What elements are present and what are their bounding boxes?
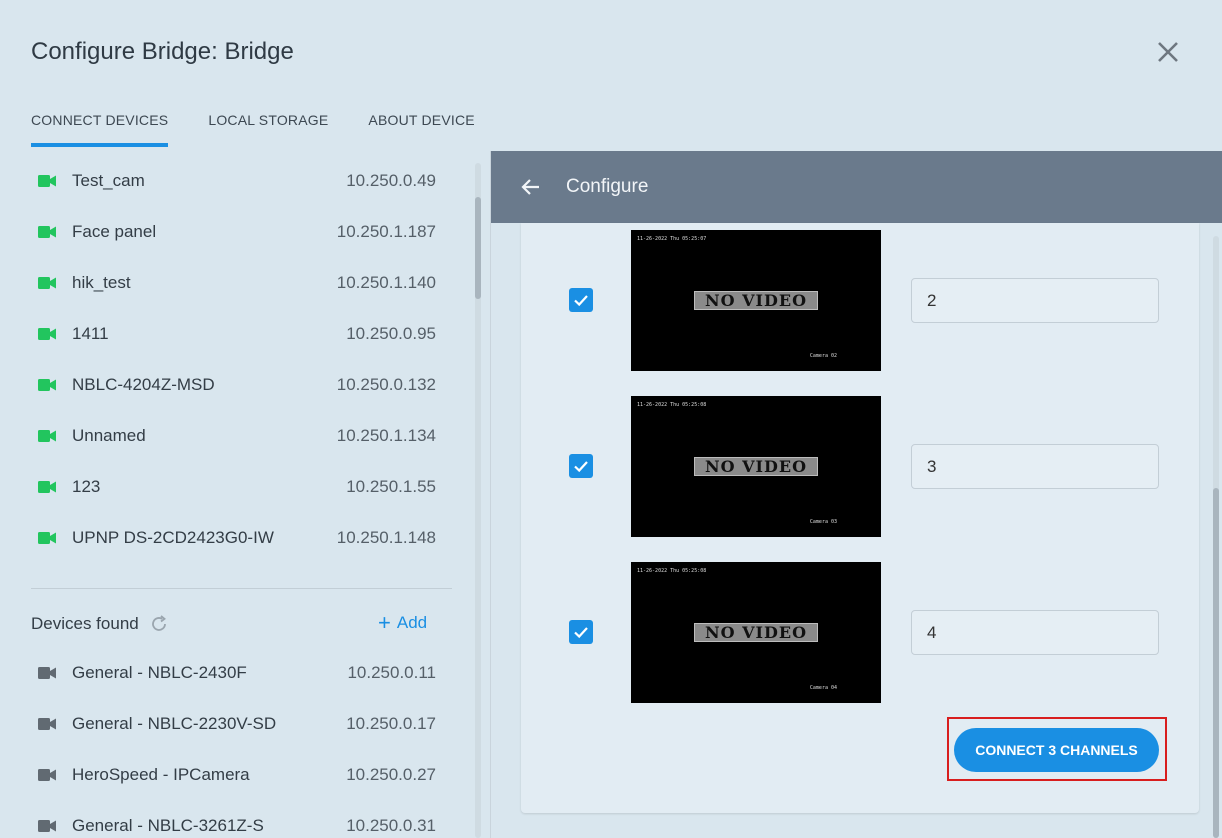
- checkmark-icon: [574, 295, 588, 307]
- device-ip: 10.250.0.17: [346, 714, 436, 733]
- video-camera-icon: [38, 175, 56, 187]
- connected-device-row[interactable]: hik_test 10.250.1.140: [31, 271, 436, 295]
- device-name: General - NBLC-3261Z-S: [72, 816, 264, 835]
- device-ip: 10.250.0.27: [346, 765, 436, 784]
- device-ip: 10.250.1.140: [336, 273, 436, 292]
- refresh-icon[interactable]: [149, 614, 169, 634]
- no-video-label: NO VIDEO: [694, 291, 818, 310]
- connected-device-row[interactable]: 123 10.250.1.55: [31, 475, 436, 499]
- device-ip: 10.250.1.148: [336, 528, 436, 547]
- channel-checkbox[interactable]: [569, 454, 593, 478]
- video-camera-icon: [38, 532, 56, 544]
- channel-preview-image: 11-26-2022 Thu 05:25:08 NO VIDEO Camera 04: [631, 562, 881, 703]
- add-device-label: Add: [396, 613, 428, 632]
- checkmark-icon: [574, 627, 588, 639]
- device-name: Test_cam: [72, 171, 145, 190]
- found-device-row[interactable]: General - NBLC-3261Z-S 10.250.0.31: [31, 814, 436, 838]
- device-ip: 10.250.0.11: [347, 663, 436, 682]
- device-name: UPNP DS-2CD2423G0-IW: [72, 528, 274, 547]
- channel-checkbox[interactable]: [569, 288, 593, 312]
- video-camera-icon: [38, 481, 56, 493]
- device-name: hik_test: [72, 273, 131, 292]
- device-ip: 10.250.0.31: [346, 816, 436, 835]
- channel-scrollbar-thumb[interactable]: [1213, 488, 1219, 838]
- channel-preview-image: 11-26-2022 Thu 05:25:07 NO VIDEO Camera 02: [631, 230, 881, 371]
- connected-device-row[interactable]: Test_cam 10.250.0.49: [31, 169, 436, 193]
- video-camera-icon: [38, 277, 56, 289]
- connected-device-row[interactable]: Unnamed 10.250.1.134: [31, 424, 436, 448]
- tab-local-storage[interactable]: LOCAL STORAGE: [208, 112, 328, 147]
- preview-camera-label: Camera 03: [809, 519, 837, 525]
- device-ip: 10.250.1.55: [346, 477, 436, 496]
- channel-name-input[interactable]: [911, 444, 1159, 489]
- device-name: NBLC-4204Z-MSD: [72, 375, 215, 394]
- channel-name-input[interactable]: [911, 610, 1159, 655]
- found-device-row[interactable]: General - NBLC-2230V-SD 10.250.0.17: [31, 712, 436, 736]
- device-list-scrollbar-thumb[interactable]: [475, 197, 481, 299]
- connected-device-row[interactable]: Face panel 10.250.1.187: [31, 220, 436, 244]
- device-name: Unnamed: [72, 426, 146, 445]
- video-camera-icon: [38, 430, 56, 442]
- close-icon[interactable]: [1155, 39, 1181, 65]
- device-name: Face panel: [72, 222, 157, 241]
- connected-device-row[interactable]: NBLC-4204Z-MSD 10.250.0.132: [31, 373, 436, 397]
- add-device-button[interactable]: + Add: [378, 610, 428, 635]
- channel-row: 11-26-2022 Thu 05:25:08 NO VIDEO Camera 03: [569, 396, 1159, 537]
- channel-checkbox[interactable]: [569, 620, 593, 644]
- preview-camera-label: Camera 02: [809, 353, 837, 359]
- video-camera-icon: [38, 667, 56, 679]
- checkmark-icon: [574, 461, 588, 473]
- device-ip: 10.250.1.187: [336, 222, 436, 241]
- channel-preview-image: 11-26-2022 Thu 05:25:08 NO VIDEO Camera 03: [631, 396, 881, 537]
- tab-bar: CONNECT DEVICES LOCAL STORAGE ABOUT DEVI…: [31, 112, 515, 147]
- no-video-label: NO VIDEO: [694, 457, 818, 476]
- device-ip: 10.250.0.49: [346, 171, 436, 190]
- preview-timestamp: 11-26-2022 Thu 05:25:08: [637, 402, 707, 408]
- device-name: 1411: [72, 324, 109, 343]
- channel-row: 11-26-2022 Thu 05:25:07 NO VIDEO Camera 02: [569, 230, 1159, 371]
- preview-timestamp: 11-26-2022 Thu 05:25:07: [637, 236, 707, 242]
- dialog-title: Configure Bridge: Bridge: [31, 38, 294, 65]
- section-divider: [31, 588, 452, 589]
- connected-device-row[interactable]: UPNP DS-2CD2423G0-IW 10.250.1.148: [31, 526, 436, 550]
- video-camera-icon: [38, 769, 56, 781]
- preview-timestamp: 11-26-2022 Thu 05:25:08: [637, 568, 707, 574]
- preview-camera-label: Camera 04: [809, 685, 837, 691]
- device-name: 123: [72, 477, 101, 496]
- configure-title: Configure: [566, 176, 649, 197]
- video-camera-icon: [38, 379, 56, 391]
- devices-found-heading: Devices found: [31, 614, 139, 633]
- tab-connect-devices[interactable]: CONNECT DEVICES: [31, 112, 169, 147]
- found-device-row[interactable]: General - NBLC-2430F 10.250.0.11: [31, 661, 436, 685]
- device-ip: 10.250.0.132: [336, 375, 436, 394]
- video-camera-icon: [38, 820, 56, 832]
- connected-device-row[interactable]: 1411 10.250.0.95: [31, 322, 436, 346]
- arrow-left-icon[interactable]: [519, 175, 543, 199]
- device-ip: 10.250.1.134: [336, 426, 436, 445]
- tab-about-device[interactable]: ABOUT DEVICE: [368, 112, 474, 147]
- plus-icon: +: [378, 610, 391, 635]
- device-ip: 10.250.0.95: [346, 324, 436, 343]
- device-name: HeroSpeed - IPCamera: [72, 765, 250, 784]
- no-video-label: NO VIDEO: [694, 623, 818, 642]
- video-camera-icon: [38, 226, 56, 238]
- dialog-header: Configure Bridge: Bridge CONNECT DEVICES…: [0, 0, 1222, 151]
- found-device-row[interactable]: HeroSpeed - IPCamera 10.250.0.27: [31, 763, 436, 787]
- device-name: General - NBLC-2230V-SD: [72, 714, 277, 733]
- channel-name-input[interactable]: [911, 278, 1159, 323]
- video-camera-icon: [38, 328, 56, 340]
- channel-row: 11-26-2022 Thu 05:25:08 NO VIDEO Camera 04: [569, 562, 1159, 703]
- connect-channels-button[interactable]: CONNECT 3 CHANNELS: [954, 728, 1159, 772]
- device-name: General - NBLC-2430F: [72, 663, 247, 682]
- video-camera-icon: [38, 718, 56, 730]
- configure-toolbar: Configure: [491, 151, 1222, 223]
